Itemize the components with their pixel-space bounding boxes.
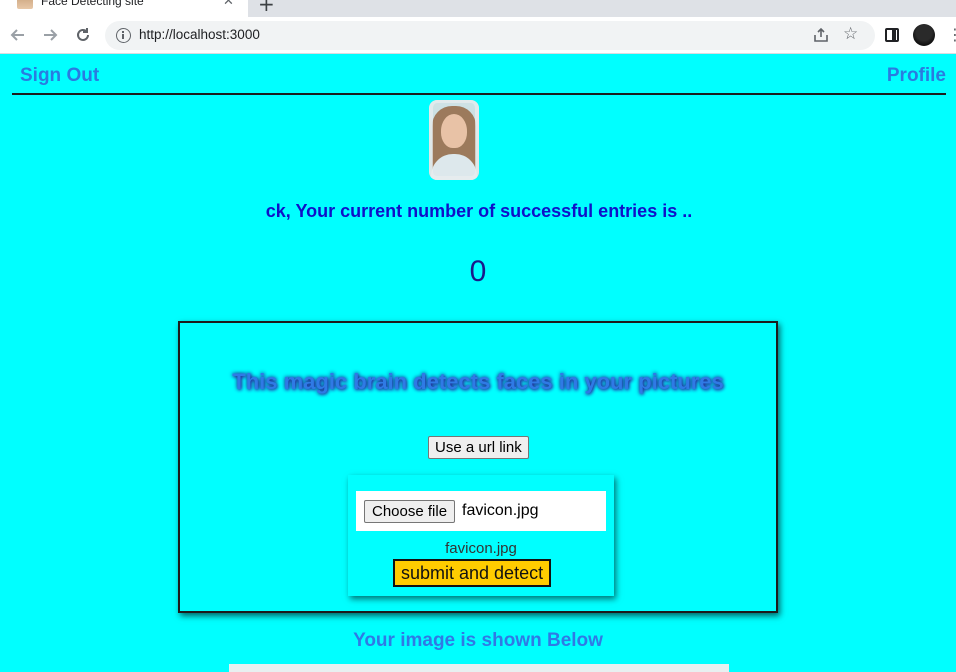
tab-close-icon[interactable]: ✕	[223, 0, 234, 9]
card-title: This magic brain detects faces in your p…	[232, 369, 724, 394]
submit-and-detect-button[interactable]: submit and detect	[393, 559, 552, 587]
browser-menu-icon[interactable]: ⋮	[947, 25, 956, 45]
side-panel-icon[interactable]	[885, 28, 899, 42]
url-text[interactable]: http://localhost:3000	[139, 27, 260, 42]
top-navigation: Sign Out Profile	[12, 55, 946, 95]
file-input[interactable]: Choose file favicon.jpg	[356, 491, 606, 531]
reload-icon[interactable]	[71, 23, 95, 47]
profile-link[interactable]: Profile	[887, 65, 946, 87]
browser-profile-avatar[interactable]	[913, 24, 935, 46]
choose-file-button[interactable]: Choose file	[364, 500, 456, 523]
tab-favicon-icon	[17, 0, 33, 9]
file-caption: favicon.jpg	[445, 540, 517, 557]
entries-message: ck, Your current number of successful en…	[265, 201, 693, 221]
selected-file-name: favicon.jpg	[462, 502, 539, 519]
sign-out-link[interactable]: Sign Out	[20, 65, 99, 87]
result-image-area	[229, 664, 729, 672]
browser-tabstrip: Face Detecting site ✕ +	[0, 0, 956, 17]
address-bar[interactable]: http://localhost:3000 ☆	[105, 21, 875, 50]
share-icon[interactable]	[813, 27, 829, 43]
back-arrow-icon[interactable]	[6, 23, 30, 47]
site-info-icon[interactable]	[116, 28, 131, 43]
browser-toolbar: http://localhost:3000 ☆	[0, 17, 956, 54]
use-url-link-button[interactable]: Use a url link	[428, 436, 529, 459]
new-tab-button[interactable]: +	[258, 0, 275, 16]
app-page: Sign Out Profile ck, Your current number…	[0, 55, 956, 672]
entries-count: 0	[469, 255, 487, 288]
tab-title: Face Detecting site	[41, 0, 144, 8]
face-detect-card: This magic brain detects faces in your p…	[178, 321, 778, 613]
browser-tab[interactable]: Face Detecting site ✕	[0, 0, 248, 17]
result-heading: Your image is shown Below	[353, 630, 603, 651]
bookmark-star-icon[interactable]: ☆	[843, 24, 858, 44]
user-avatar-image	[429, 100, 479, 180]
upload-panel: Choose file favicon.jpg favicon.jpg subm…	[348, 475, 614, 596]
forward-arrow-icon[interactable]	[38, 23, 62, 47]
